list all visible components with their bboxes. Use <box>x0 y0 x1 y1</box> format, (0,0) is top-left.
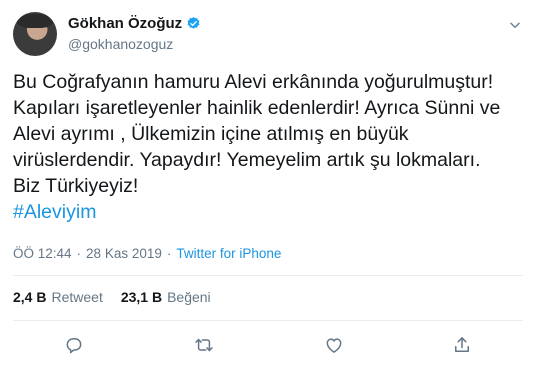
share-icon <box>455 337 469 352</box>
retweets-count: 2,4 B <box>13 289 47 305</box>
tweet-source[interactable]: Twitter for iPhone <box>176 246 281 261</box>
likes-stat[interactable]: 23,1 B Beğeni <box>121 289 211 305</box>
tweet-stats: 2,4 B Retweet 23,1 B Beğeni <box>13 289 211 305</box>
action-bar <box>0 333 536 357</box>
author-row: Gökhan Özoğuz <box>68 15 201 32</box>
retweets-stat[interactable]: 2,4 B Retweet <box>13 289 103 305</box>
heart-icon <box>326 338 342 353</box>
likes-label: Beğeni <box>167 289 211 305</box>
verified-badge-icon <box>187 16 200 29</box>
author-handle[interactable]: @gokhanozoguz <box>68 36 173 52</box>
tweet-text: Bu Coğrafyanın hamuru Alevi erkânında yo… <box>13 71 501 197</box>
retweet-button[interactable] <box>192 333 216 357</box>
chevron-down-icon[interactable] <box>508 18 522 32</box>
reply-icon <box>66 338 82 354</box>
divider <box>13 320 523 321</box>
avatar[interactable] <box>13 12 57 56</box>
hashtag-link[interactable]: #Aleviyim <box>13 199 96 225</box>
tweet-meta: ÖÖ 12:44 · 28 Kas 2019 · Twitter for iPh… <box>13 246 281 261</box>
tweet: Gökhan Özoğuz @gokhanozoguz Bu Coğrafyan… <box>0 0 536 365</box>
retweets-label: Retweet <box>51 289 103 305</box>
tweet-time[interactable]: ÖÖ 12:44 <box>13 246 72 261</box>
likes-count: 23,1 B <box>120 289 163 305</box>
meta-separator: · <box>166 246 172 261</box>
reply-button[interactable] <box>62 333 86 357</box>
retweet-icon <box>195 338 213 352</box>
divider <box>13 275 523 276</box>
like-button[interactable] <box>322 333 346 357</box>
meta-separator: · <box>76 246 82 261</box>
tweet-date[interactable]: 28 Kas 2019 <box>86 246 162 261</box>
share-button[interactable] <box>450 333 474 357</box>
author-name[interactable]: Gökhan Özoğuz <box>68 15 182 32</box>
